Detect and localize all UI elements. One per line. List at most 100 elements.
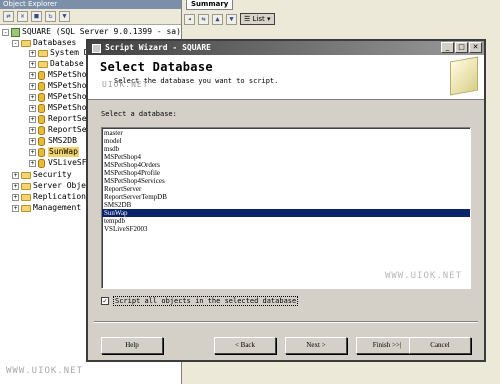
list-item[interactable]: tempdb (102, 217, 470, 225)
tree-node-replication[interactable]: + Replication (12, 192, 86, 202)
minimize-icon[interactable]: _ (441, 42, 454, 53)
expand-icon[interactable]: + (29, 60, 36, 68)
divider (94, 321, 478, 323)
tree-node-database-selected[interactable]: + SunWap (29, 147, 79, 157)
connect-icon[interactable]: ⇄ (3, 11, 14, 22)
tree-node-database[interactable]: + SMS2DB (29, 136, 77, 146)
filter-icon[interactable]: ▼ (59, 11, 70, 22)
server-icon (11, 27, 20, 37)
tree-node-management[interactable]: + Management (12, 203, 81, 213)
tree-node-server-objects[interactable]: + Server Obje (12, 181, 86, 191)
expand-icon[interactable]: + (29, 82, 36, 90)
folder-icon (21, 171, 31, 179)
script-all-label[interactable]: Script all objects in the selected datab… (113, 296, 299, 306)
stop-icon[interactable]: ■ (31, 11, 42, 22)
tree-node-database[interactable]: + MSPetSho (29, 103, 87, 113)
expand-icon[interactable]: + (29, 115, 36, 123)
refresh-icon[interactable]: ↻ (45, 11, 56, 22)
page-subtitle: Select the database you want to script. (114, 77, 279, 85)
script-all-checkbox[interactable]: ✓ (101, 297, 109, 305)
summary-toolbar: ◂ ⇆ ▲ ▼ ☰ List ▾ (184, 12, 275, 26)
expand-icon[interactable]: + (29, 104, 36, 112)
list-item[interactable]: ReportServer (102, 185, 470, 193)
tree-node-database[interactable]: + ReportSe (29, 125, 87, 135)
maximize-icon[interactable]: □ (455, 42, 468, 53)
database-icon (38, 125, 45, 135)
watermark: WWW.UIOK.NET (6, 366, 84, 376)
expand-icon[interactable]: + (12, 204, 19, 212)
expand-icon[interactable]: + (29, 49, 36, 57)
tree-node-security[interactable]: + Security (12, 170, 72, 180)
database-icon (38, 136, 45, 146)
database-icon (38, 92, 45, 102)
cancel-button[interactable]: Cancel (409, 337, 471, 354)
folder-icon (21, 182, 31, 190)
database-icon (38, 81, 45, 91)
tree-node-database-snapshots[interactable]: + Databse (29, 59, 84, 69)
list-item[interactable]: MSPetShop4Profile (102, 169, 470, 177)
disconnect-icon[interactable]: ✕ (17, 11, 28, 22)
collapse-icon[interactable]: - (2, 28, 9, 36)
list-view-button[interactable]: ☰ List ▾ (240, 13, 275, 25)
up-folder-icon[interactable]: ▲ (212, 13, 223, 25)
tree-node-database[interactable]: + MSPetSho (29, 81, 87, 91)
list-item[interactable]: MSPetShop4 (102, 153, 470, 161)
watermark: UIOK.NET (102, 80, 149, 89)
tree-node-label: ReportSe (48, 125, 87, 134)
tree-node-database[interactable]: + MSPetSho (29, 92, 87, 102)
expand-icon[interactable]: + (12, 193, 19, 201)
tree-node-system-databases[interactable]: + System D (29, 48, 89, 58)
list-item[interactable]: MSPetShop4Services (102, 177, 470, 185)
list-item-selected[interactable]: SunWap (102, 209, 470, 217)
next-button[interactable]: Next > (285, 337, 347, 354)
close-icon[interactable]: ✕ (469, 42, 482, 53)
list-item[interactable]: VSLiveSF2003 (102, 225, 470, 233)
tree-node-server[interactable]: - SQUARE (SQL Server 9.0.1399 - sa) (2, 27, 181, 37)
expand-icon[interactable]: + (29, 126, 36, 134)
back-icon[interactable]: ◂ (184, 13, 195, 25)
collapse-icon[interactable]: - (12, 39, 19, 47)
list-item[interactable]: MSPetShop4Orders (102, 161, 470, 169)
tree-node-database[interactable]: + MSPetSho (29, 70, 87, 80)
watermark: WWW.UIOK.NET (384, 271, 462, 281)
tree-node-database[interactable]: + ReportSe (29, 114, 87, 124)
select-database-label: Select a database: (101, 110, 177, 118)
tree-node-label: Security (33, 170, 72, 179)
tree-node-databases[interactable]: - Databases (12, 38, 76, 48)
object-explorer-toolbar: ⇄ ✕ ■ ↻ ▼ (0, 9, 181, 25)
tree-node-database[interactable]: + VSLiveSF (29, 158, 87, 168)
expand-icon[interactable]: + (12, 182, 19, 190)
database-listbox[interactable]: master model msdb MSPetShop4 MSPetShop4O… (101, 127, 471, 289)
expand-icon[interactable]: + (29, 159, 36, 167)
list-item[interactable]: model (102, 137, 470, 145)
expand-icon[interactable]: + (29, 93, 36, 101)
database-icon (38, 158, 45, 168)
help-button[interactable]: Help (101, 337, 163, 354)
database-icon (38, 70, 45, 80)
tree-node-label: SMS2DB (48, 136, 77, 145)
wizard-icon (92, 43, 101, 53)
back-button[interactable]: < Back (214, 337, 276, 354)
script-all-option[interactable]: ✓ Script all objects in the selected dat… (101, 296, 299, 306)
list-item[interactable]: ReportServerTempDB (102, 193, 470, 201)
list-item[interactable]: master (102, 129, 470, 137)
list-item[interactable]: SMS2DB (102, 201, 470, 209)
database-icon (38, 103, 45, 113)
tree-node-label: ReportSe (48, 114, 87, 123)
dialog-titlebar[interactable]: Script Wizard - SQUARE (88, 41, 484, 55)
tab-summary[interactable]: Summary (186, 0, 234, 10)
tree-node-label: MSPetSho (48, 92, 87, 101)
script-document-icon (450, 56, 478, 96)
tree-node-label: Databases (33, 38, 77, 47)
expand-icon[interactable]: + (29, 148, 36, 156)
filter-icon[interactable]: ▼ (226, 13, 237, 25)
expand-icon[interactable]: + (29, 137, 36, 145)
folder-icon (21, 204, 31, 212)
expand-icon[interactable]: + (12, 171, 19, 179)
list-item[interactable]: msdb (102, 145, 470, 153)
sync-icon[interactable]: ⇆ (198, 13, 209, 25)
database-icon (38, 114, 45, 124)
dialog-title: Script Wizard - SQUARE (105, 43, 211, 52)
expand-icon[interactable]: + (29, 71, 36, 79)
tree-node-label: Server Obje (33, 181, 86, 190)
